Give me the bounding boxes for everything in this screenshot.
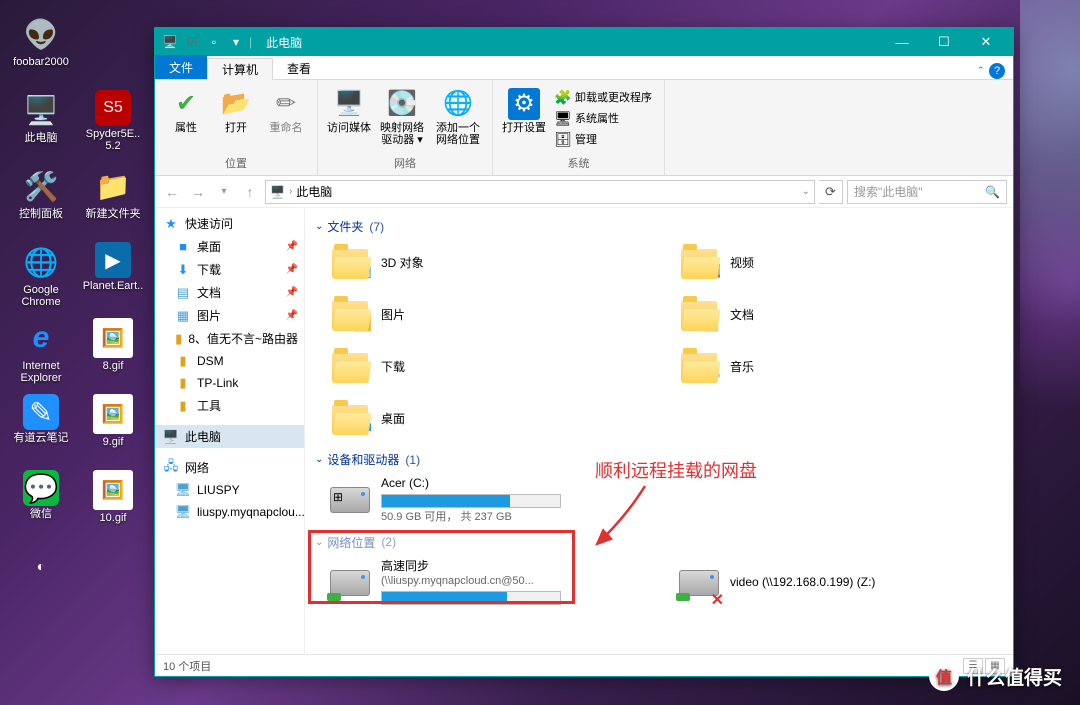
- group-folders-header[interactable]: ⌄文件夹(7): [315, 212, 1003, 239]
- ribbon-open-settings[interactable]: ⚙打开设置: [501, 84, 547, 150]
- ribbon: ✔属性 📂打开 ✏重命名 位置 🖥️访问媒体 💽映射网络驱动器 ▾ 🌐添加一个网…: [155, 80, 1013, 176]
- folder-desktop[interactable]: ■桌面: [325, 395, 654, 445]
- tab-file[interactable]: 文件: [155, 55, 207, 79]
- ribbon-sysprops[interactable]: 🖥系统属性: [551, 109, 656, 129]
- close-button[interactable]: ✕: [965, 28, 1007, 56]
- qat-dropdown-icon[interactable]: ▾: [227, 33, 245, 51]
- desktop-icon-thispc[interactable]: 🖥️此电脑: [10, 86, 72, 160]
- collapse-ribbon-icon[interactable]: ˆ: [979, 64, 983, 79]
- titlebar[interactable]: 🖥️ ☑ ▫ ▾ | 此电脑 — ☐ ✕: [155, 28, 1013, 56]
- ribbon-group-network: 网络: [394, 153, 416, 175]
- qat-thispc-icon[interactable]: 🖥️: [161, 33, 179, 51]
- ribbon-uninstall[interactable]: 🧩卸载或更改程序: [551, 88, 656, 108]
- netdrive-video-z[interactable]: ✕ video (\\192.168.0.199) (Z:): [674, 555, 1003, 611]
- sidebar-net-qnap[interactable]: 🖥liuspy.myqnapclou...: [155, 501, 304, 523]
- ribbon-manage[interactable]: 🗄管理: [551, 130, 656, 150]
- chevron-right-icon[interactable]: ›: [289, 186, 292, 197]
- drive-acer-c[interactable]: ⊞ Acer (C:) 50.9 GB 可用， 共 237 GB: [325, 472, 654, 528]
- desktop-icons-area: 👽foobar2000 🖥️此电脑 S5Spyder5E.. 5.2 🛠️控制面…: [10, 10, 144, 616]
- content-pane: ⌄文件夹(7) ▣3D 对象 🎞️视频 🖼️图片 📄文档 ⬇下载 ♪音乐 ■桌面…: [305, 208, 1013, 654]
- explorer-window: 🖥️ ☑ ▫ ▾ | 此电脑 — ☐ ✕ 文件 计算机 查看 ˆ ? ✔属性 📂…: [154, 27, 1014, 677]
- ribbon-map-drive[interactable]: 💽映射网络驱动器 ▾: [376, 84, 428, 146]
- desktop-icon-8gif[interactable]: 🖼️8.gif: [82, 314, 144, 388]
- nav-back-button[interactable]: ←: [161, 180, 183, 204]
- status-item-count: 10 个项目: [163, 658, 211, 674]
- tab-view[interactable]: 查看: [273, 57, 325, 79]
- desktop-icon-9gif[interactable]: 🖼️9.gif: [82, 390, 144, 464]
- desktop-icon-controlpanel[interactable]: 🛠️控制面板: [10, 162, 72, 236]
- ribbon-group-location: 位置: [225, 153, 247, 175]
- sidebar-desktop[interactable]: ■桌面📌: [155, 235, 304, 258]
- address-bar-row: ← → ▾ ↑ 🖥️ › 此电脑 ⌄ ⟳ 搜索"此电脑" 🔍: [155, 176, 1013, 208]
- sidebar-folder-tplink[interactable]: ▮TP-Link: [155, 372, 304, 394]
- search-input[interactable]: 搜索"此电脑" 🔍: [847, 180, 1007, 204]
- sidebar-folder-dsm[interactable]: ▮DSM: [155, 350, 304, 372]
- statusbar: 10 个项目 ☰ ▦: [155, 654, 1013, 676]
- tab-computer[interactable]: 计算机: [207, 58, 273, 80]
- ribbon-group-system: 系统: [568, 153, 590, 175]
- desktop-icon-newfolder[interactable]: 📁新建文件夹: [82, 162, 144, 236]
- nav-sidebar: ★快速访问 ■桌面📌 ⬇下载📌 ▤文档📌 ▦图片📌 ▮8、值无不言~路由器 ▮D…: [155, 208, 305, 654]
- sidebar-thispc[interactable]: 🖥️此电脑: [155, 425, 304, 448]
- desktop-icon-foobar2000[interactable]: 👽foobar2000: [10, 10, 72, 84]
- sidebar-downloads[interactable]: ⬇下载📌: [155, 258, 304, 281]
- ribbon-access-media[interactable]: 🖥️访问媒体: [326, 84, 372, 146]
- folder-pictures[interactable]: 🖼️图片: [325, 291, 654, 341]
- address-path[interactable]: 此电脑: [296, 183, 332, 200]
- desktop-icon-ie[interactable]: eInternet Explorer: [10, 314, 72, 388]
- sidebar-folder-tools[interactable]: ▮工具: [155, 394, 304, 417]
- address-bar[interactable]: 🖥️ › 此电脑 ⌄: [265, 180, 815, 204]
- ribbon-open[interactable]: 📂打开: [213, 84, 259, 134]
- sidebar-pictures[interactable]: ▦图片📌: [155, 304, 304, 327]
- window-title: 此电脑: [266, 34, 302, 51]
- desktop-icon-planetearth[interactable]: ▶Planet.Eart..: [82, 238, 144, 312]
- nav-up-button[interactable]: ↑: [239, 180, 261, 204]
- refresh-button[interactable]: ⟳: [819, 180, 843, 204]
- watermark-logo-icon: 值: [929, 661, 959, 691]
- desktop-icon-wechat[interactable]: 💬微信: [10, 466, 72, 540]
- ribbon-rename[interactable]: ✏重命名: [263, 84, 309, 134]
- maximize-button[interactable]: ☐: [923, 28, 965, 56]
- sidebar-net-liuspy[interactable]: 🖥LIUSPY: [155, 479, 304, 501]
- desktop-icon-chrome[interactable]: 🌐Google Chrome: [10, 238, 72, 312]
- minimize-button[interactable]: —: [881, 28, 923, 56]
- folder-documents[interactable]: 📄文档: [674, 291, 1003, 341]
- ribbon-properties[interactable]: ✔属性: [163, 84, 209, 134]
- ribbon-add-netloc[interactable]: 🌐添加一个网络位置: [432, 84, 484, 146]
- nav-forward-button[interactable]: →: [187, 180, 209, 204]
- netdrive-gaosu[interactable]: 高速同步 (\\liuspy.myqnapcloud.cn@50...: [325, 555, 654, 611]
- folder-music[interactable]: ♪音乐: [674, 343, 1003, 393]
- desktop-icon-spyder5[interactable]: S5Spyder5E.. 5.2: [82, 86, 144, 160]
- group-netloc-header[interactable]: ⌄网络位置(2): [315, 528, 1003, 555]
- folder-3dobjects[interactable]: ▣3D 对象: [325, 239, 654, 289]
- folder-videos[interactable]: 🎞️视频: [674, 239, 1003, 289]
- watermark: 值 什么值得买: [929, 661, 1062, 691]
- desktop-icon-youdao[interactable]: ✎有道云笔记: [10, 390, 72, 464]
- desktop-icon-misc[interactable]: ◐: [10, 542, 72, 616]
- chevron-down-icon[interactable]: ⌄: [802, 186, 810, 197]
- nav-recent-dropdown[interactable]: ▾: [213, 180, 235, 204]
- sidebar-network[interactable]: 🖧网络: [155, 456, 304, 479]
- ribbon-tabs: 文件 计算机 查看 ˆ ?: [155, 56, 1013, 80]
- qat-file-icon[interactable]: ▫: [205, 33, 223, 51]
- sidebar-quick-access[interactable]: ★快速访问: [155, 212, 304, 235]
- folder-downloads[interactable]: ⬇下载: [325, 343, 654, 393]
- thispc-icon: 🖥️: [270, 185, 285, 199]
- search-icon: 🔍: [985, 185, 1000, 199]
- sidebar-folder-8[interactable]: ▮8、值无不言~路由器: [155, 327, 304, 350]
- help-icon[interactable]: ?: [989, 63, 1005, 79]
- group-drives-header[interactable]: ⌄设备和驱动器(1): [315, 445, 1003, 472]
- desktop-icon-10gif[interactable]: 🖼️10.gif: [82, 466, 144, 540]
- qat-check-icon[interactable]: ☑: [183, 33, 201, 51]
- sidebar-documents[interactable]: ▤文档📌: [155, 281, 304, 304]
